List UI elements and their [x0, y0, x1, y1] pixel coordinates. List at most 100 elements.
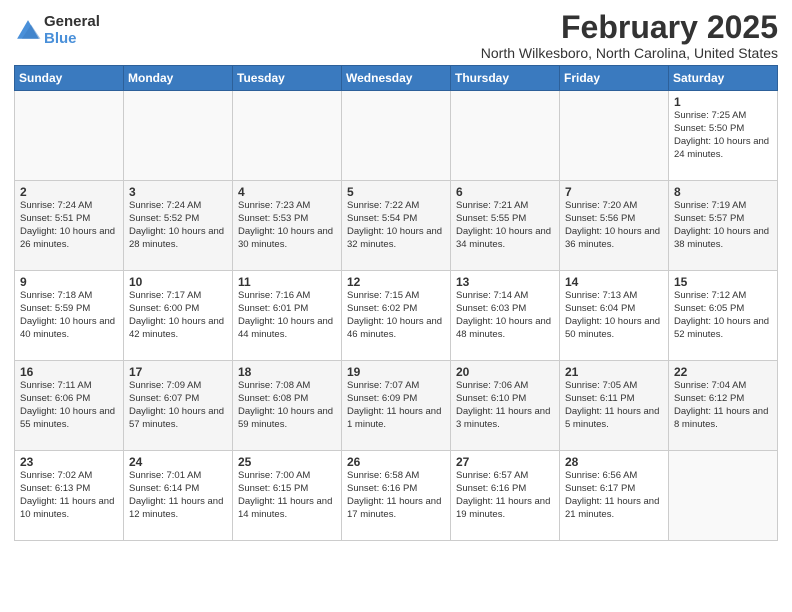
day-info: Sunrise: 7:06 AM Sunset: 6:10 PM Dayligh…: [456, 380, 555, 431]
calendar-cell: 27Sunrise: 6:57 AM Sunset: 6:16 PM Dayli…: [451, 451, 560, 541]
day-info: Sunrise: 6:57 AM Sunset: 6:16 PM Dayligh…: [456, 470, 555, 521]
day-info: Sunrise: 7:21 AM Sunset: 5:55 PM Dayligh…: [456, 200, 555, 251]
header-friday: Friday: [560, 66, 669, 91]
day-info: Sunrise: 7:20 AM Sunset: 5:56 PM Dayligh…: [565, 200, 664, 251]
day-number: 11: [238, 275, 337, 289]
day-number: 7: [565, 185, 664, 199]
logo-general: General: [44, 14, 100, 31]
calendar-cell: 4Sunrise: 7:23 AM Sunset: 5:53 PM Daylig…: [233, 181, 342, 271]
header-tuesday: Tuesday: [233, 66, 342, 91]
calendar-cell: 18Sunrise: 7:08 AM Sunset: 6:08 PM Dayli…: [233, 361, 342, 451]
calendar-cell: 10Sunrise: 7:17 AM Sunset: 6:00 PM Dayli…: [124, 271, 233, 361]
calendar-cell: 23Sunrise: 7:02 AM Sunset: 6:13 PM Dayli…: [15, 451, 124, 541]
calendar-cell: [15, 91, 124, 181]
day-number: 3: [129, 185, 228, 199]
day-info: Sunrise: 7:23 AM Sunset: 5:53 PM Dayligh…: [238, 200, 337, 251]
day-info: Sunrise: 7:22 AM Sunset: 5:54 PM Dayligh…: [347, 200, 446, 251]
calendar-cell: 20Sunrise: 7:06 AM Sunset: 6:10 PM Dayli…: [451, 361, 560, 451]
calendar-cell: 21Sunrise: 7:05 AM Sunset: 6:11 PM Dayli…: [560, 361, 669, 451]
day-number: 6: [456, 185, 555, 199]
day-number: 16: [20, 365, 119, 379]
day-number: 25: [238, 455, 337, 469]
day-number: 22: [674, 365, 773, 379]
calendar-cell: 12Sunrise: 7:15 AM Sunset: 6:02 PM Dayli…: [342, 271, 451, 361]
day-number: 13: [456, 275, 555, 289]
calendar-cell: 22Sunrise: 7:04 AM Sunset: 6:12 PM Dayli…: [669, 361, 778, 451]
calendar-table: Sunday Monday Tuesday Wednesday Thursday…: [14, 65, 778, 541]
day-number: 21: [565, 365, 664, 379]
day-number: 8: [674, 185, 773, 199]
day-number: 18: [238, 365, 337, 379]
week-row-0: 1Sunrise: 7:25 AM Sunset: 5:50 PM Daylig…: [15, 91, 778, 181]
calendar-cell: [669, 451, 778, 541]
calendar-cell: [451, 91, 560, 181]
calendar-cell: 26Sunrise: 6:58 AM Sunset: 6:16 PM Dayli…: [342, 451, 451, 541]
calendar-cell: 28Sunrise: 6:56 AM Sunset: 6:17 PM Dayli…: [560, 451, 669, 541]
day-number: 20: [456, 365, 555, 379]
day-info: Sunrise: 7:07 AM Sunset: 6:09 PM Dayligh…: [347, 380, 446, 431]
calendar-cell: 3Sunrise: 7:24 AM Sunset: 5:52 PM Daylig…: [124, 181, 233, 271]
day-info: Sunrise: 7:19 AM Sunset: 5:57 PM Dayligh…: [674, 200, 773, 251]
calendar-cell: 16Sunrise: 7:11 AM Sunset: 6:06 PM Dayli…: [15, 361, 124, 451]
header: General Blue February 2025 North Wilkesb…: [14, 10, 778, 61]
header-thursday: Thursday: [451, 66, 560, 91]
day-number: 14: [565, 275, 664, 289]
header-saturday: Saturday: [669, 66, 778, 91]
day-number: 24: [129, 455, 228, 469]
calendar-cell: 6Sunrise: 7:21 AM Sunset: 5:55 PM Daylig…: [451, 181, 560, 271]
day-number: 15: [674, 275, 773, 289]
day-info: Sunrise: 7:00 AM Sunset: 6:15 PM Dayligh…: [238, 470, 337, 521]
calendar-cell: [342, 91, 451, 181]
day-number: 17: [129, 365, 228, 379]
calendar-cell: 5Sunrise: 7:22 AM Sunset: 5:54 PM Daylig…: [342, 181, 451, 271]
day-number: 12: [347, 275, 446, 289]
page: General Blue February 2025 North Wilkesb…: [0, 0, 792, 612]
week-row-3: 16Sunrise: 7:11 AM Sunset: 6:06 PM Dayli…: [15, 361, 778, 451]
day-info: Sunrise: 7:04 AM Sunset: 6:12 PM Dayligh…: [674, 380, 773, 431]
calendar-cell: 7Sunrise: 7:20 AM Sunset: 5:56 PM Daylig…: [560, 181, 669, 271]
day-info: Sunrise: 7:11 AM Sunset: 6:06 PM Dayligh…: [20, 380, 119, 431]
day-number: 10: [129, 275, 228, 289]
day-info: Sunrise: 7:01 AM Sunset: 6:14 PM Dayligh…: [129, 470, 228, 521]
calendar-cell: 17Sunrise: 7:09 AM Sunset: 6:07 PM Dayli…: [124, 361, 233, 451]
week-row-2: 9Sunrise: 7:18 AM Sunset: 5:59 PM Daylig…: [15, 271, 778, 361]
day-info: Sunrise: 7:05 AM Sunset: 6:11 PM Dayligh…: [565, 380, 664, 431]
day-info: Sunrise: 7:16 AM Sunset: 6:01 PM Dayligh…: [238, 290, 337, 341]
calendar-cell: 9Sunrise: 7:18 AM Sunset: 5:59 PM Daylig…: [15, 271, 124, 361]
header-wednesday: Wednesday: [342, 66, 451, 91]
calendar-cell: 14Sunrise: 7:13 AM Sunset: 6:04 PM Dayli…: [560, 271, 669, 361]
day-info: Sunrise: 7:14 AM Sunset: 6:03 PM Dayligh…: [456, 290, 555, 341]
day-info: Sunrise: 7:02 AM Sunset: 6:13 PM Dayligh…: [20, 470, 119, 521]
day-info: Sunrise: 7:17 AM Sunset: 6:00 PM Dayligh…: [129, 290, 228, 341]
location-title: North Wilkesboro, North Carolina, United…: [481, 45, 778, 61]
calendar-cell: 11Sunrise: 7:16 AM Sunset: 6:01 PM Dayli…: [233, 271, 342, 361]
calendar-cell: [124, 91, 233, 181]
day-number: 4: [238, 185, 337, 199]
logo-text: General Blue: [44, 14, 100, 47]
day-number: 2: [20, 185, 119, 199]
day-info: Sunrise: 6:58 AM Sunset: 6:16 PM Dayligh…: [347, 470, 446, 521]
day-number: 19: [347, 365, 446, 379]
calendar-cell: 19Sunrise: 7:07 AM Sunset: 6:09 PM Dayli…: [342, 361, 451, 451]
header-monday: Monday: [124, 66, 233, 91]
logo-icon: [14, 17, 42, 45]
logo-blue: Blue: [44, 31, 100, 48]
day-info: Sunrise: 7:15 AM Sunset: 6:02 PM Dayligh…: [347, 290, 446, 341]
calendar-cell: 15Sunrise: 7:12 AM Sunset: 6:05 PM Dayli…: [669, 271, 778, 361]
day-info: Sunrise: 7:24 AM Sunset: 5:52 PM Dayligh…: [129, 200, 228, 251]
calendar-cell: 13Sunrise: 7:14 AM Sunset: 6:03 PM Dayli…: [451, 271, 560, 361]
day-info: Sunrise: 7:13 AM Sunset: 6:04 PM Dayligh…: [565, 290, 664, 341]
day-info: Sunrise: 7:08 AM Sunset: 6:08 PM Dayligh…: [238, 380, 337, 431]
calendar-cell: 24Sunrise: 7:01 AM Sunset: 6:14 PM Dayli…: [124, 451, 233, 541]
day-number: 28: [565, 455, 664, 469]
day-info: Sunrise: 7:24 AM Sunset: 5:51 PM Dayligh…: [20, 200, 119, 251]
calendar-cell: 2Sunrise: 7:24 AM Sunset: 5:51 PM Daylig…: [15, 181, 124, 271]
day-info: Sunrise: 6:56 AM Sunset: 6:17 PM Dayligh…: [565, 470, 664, 521]
day-number: 23: [20, 455, 119, 469]
calendar-cell: 1Sunrise: 7:25 AM Sunset: 5:50 PM Daylig…: [669, 91, 778, 181]
calendar-cell: [233, 91, 342, 181]
day-headers-row: Sunday Monday Tuesday Wednesday Thursday…: [15, 66, 778, 91]
day-number: 27: [456, 455, 555, 469]
day-number: 26: [347, 455, 446, 469]
day-info: Sunrise: 7:18 AM Sunset: 5:59 PM Dayligh…: [20, 290, 119, 341]
